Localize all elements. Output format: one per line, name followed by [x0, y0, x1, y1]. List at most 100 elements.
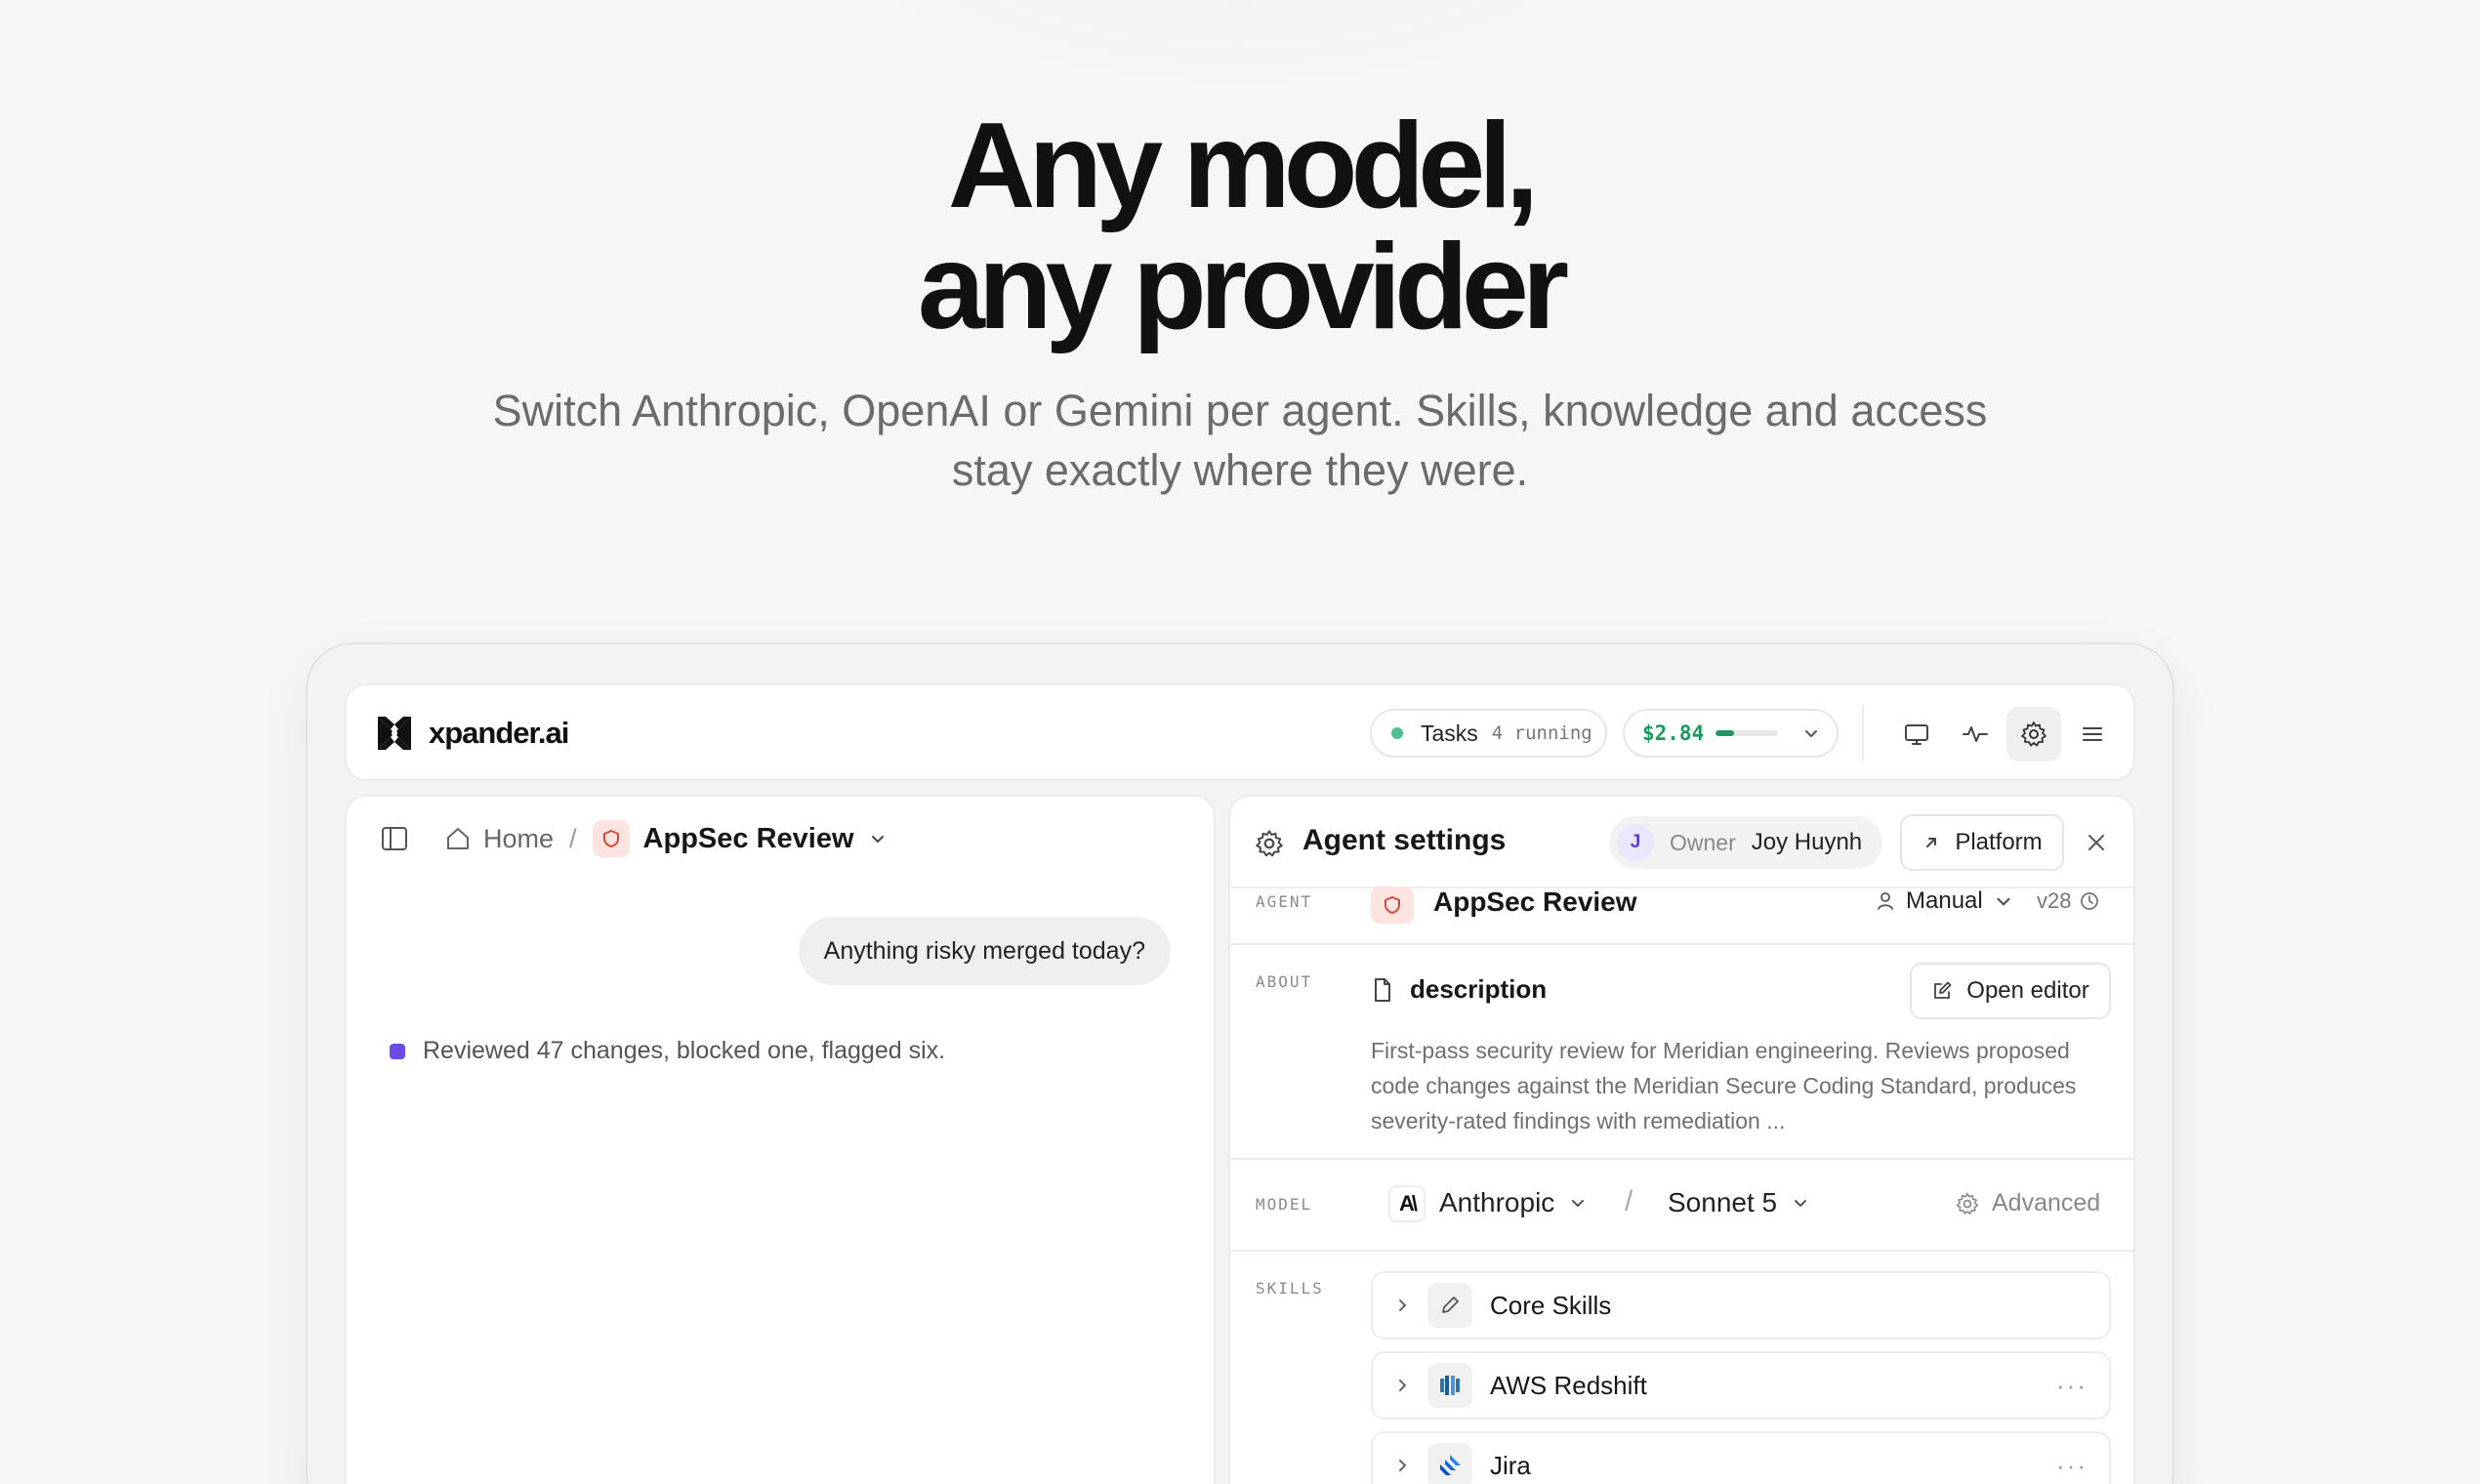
agent-reply: Reviewed 47 changes, blocked one, flagge…	[390, 1037, 945, 1065]
chevron-down-icon	[1805, 730, 1818, 737]
tasks-label: Tasks	[1421, 720, 1478, 746]
breadcrumb: Home / AppSec Review	[380, 814, 888, 863]
open-editor-button[interactable]: Open editor	[1910, 963, 2111, 1019]
cost-pill[interactable]: $2.84	[1623, 709, 1839, 758]
chevron-right-icon[interactable]	[1392, 1296, 1412, 1315]
pencil-icon	[1442, 1297, 1459, 1313]
agent-name: AppSec Review	[1433, 886, 1637, 917]
anthropic-logo-icon: A\	[1388, 1185, 1426, 1222]
chevron-right-icon[interactable]	[1392, 1376, 1412, 1395]
more-options-icon[interactable]: ···	[2056, 1451, 2087, 1481]
chevron-right-icon[interactable]	[1392, 1456, 1412, 1475]
agent-settings-panel: Agent settings J Owner Joy Huynh Platfor…	[1228, 795, 2135, 1484]
owner-name: Joy Huynh	[1751, 829, 1863, 855]
platform-button[interactable]: Platform	[1900, 814, 2064, 871]
arrow-up-right-icon	[1926, 838, 1937, 847]
advanced-label: Advanced	[1992, 1189, 2101, 1216]
top-bar: xpander.ai Tasks 4 running $2.84	[345, 683, 2135, 781]
chevron-down-icon	[1997, 897, 2010, 906]
agent-reply-text: Reviewed 47 changes, blocked one, flagge…	[423, 1037, 946, 1064]
version-label: v28	[2037, 888, 2072, 913]
xpander-logo-icon	[378, 717, 411, 750]
more-options-icon[interactable]: ···	[2056, 1371, 2087, 1401]
tasks-pill[interactable]: Tasks 4 running	[1370, 709, 1607, 758]
agent-section-label: AGENT	[1256, 892, 1313, 911]
skill-name: Core Skills	[1490, 1290, 1612, 1320]
breadcrumb-home[interactable]: Home	[483, 824, 554, 854]
provider-dropdown[interactable]: Anthropic	[1439, 1187, 1588, 1218]
agent-reply-marker	[390, 1043, 405, 1059]
cost-value: $2.84	[1642, 721, 1705, 745]
hero-title-line2: any provider	[917, 220, 1569, 354]
user-message: Anything risky merged today?	[798, 917, 1171, 985]
version-history[interactable]: v28	[2037, 888, 2100, 914]
mode-label: Manual	[1906, 887, 1983, 914]
model-dropdown[interactable]: Sonnet 5	[1668, 1187, 1810, 1218]
provider-label: Anthropic	[1439, 1187, 1555, 1217]
menu-icon	[2083, 727, 2102, 741]
monitor-icon	[1905, 724, 1928, 745]
chat-panel: Home / AppSec Review Anything risky merg…	[345, 795, 1216, 1484]
owner-pill[interactable]: J Owner Joy Huynh	[1609, 816, 1882, 869]
hero-title: Any model, any provider	[0, 105, 2480, 348]
model-section-label: MODEL	[1256, 1195, 1313, 1214]
open-editor-label: Open editor	[1966, 977, 2089, 1004]
skills-section-label: SKILLS	[1256, 1279, 1324, 1298]
chevron-down-icon	[1572, 1200, 1585, 1207]
settings-header: Agent settings J Owner Joy Huynh Platfor…	[1230, 797, 2133, 888]
model-separator: /	[1625, 1185, 1633, 1217]
about-section-label: ABOUT	[1256, 972, 1313, 991]
chevron-down-icon[interactable]	[868, 829, 888, 848]
hero-title-line1: Any model,	[947, 99, 1539, 233]
cost-progress-fill	[1715, 730, 1735, 736]
hero-glow	[752, 0, 1728, 98]
advanced-button[interactable]: Advanced	[1955, 1189, 2100, 1217]
skill-item-core-skills[interactable]: Core Skills	[1371, 1271, 2111, 1340]
skill-name: Jira	[1490, 1450, 1531, 1480]
document-icon	[1375, 978, 1390, 1002]
activity-button[interactable]	[1948, 707, 2003, 762]
settings-button[interactable]	[2006, 707, 2061, 762]
close-icon[interactable]	[2082, 828, 2111, 857]
settings-icon	[2021, 721, 2046, 747]
about-title: description	[1410, 974, 1548, 1004]
breadcrumb-separator: /	[569, 823, 577, 853]
settings-icon	[1256, 830, 1283, 857]
skill-item-aws-redshift[interactable]: AWS Redshift ···	[1371, 1351, 2111, 1420]
edit-icon	[1934, 981, 1952, 999]
section-divider	[1230, 1250, 2133, 1252]
skill-icon-box	[1427, 1443, 1472, 1484]
about-description: First-pass security review for Meridian …	[1371, 1038, 2077, 1134]
skill-name: AWS Redshift	[1490, 1370, 1647, 1400]
mode-dropdown[interactable]: Manual	[1875, 887, 2014, 915]
running-status-dot	[1391, 727, 1403, 739]
shield-icon	[602, 830, 619, 847]
skill-item-jira[interactable]: Jira ···	[1371, 1431, 2111, 1484]
section-divider	[1230, 943, 2133, 945]
chevron-down-icon	[1795, 1200, 1807, 1207]
skill-icon-box	[1427, 1363, 1472, 1408]
activity-icon	[1963, 726, 1988, 742]
redshift-icon	[1440, 1376, 1460, 1395]
sidebar-toggle-icon[interactable]	[380, 824, 409, 853]
avatar: J	[1617, 824, 1654, 861]
clock-icon	[2081, 892, 2099, 910]
agent-badge	[1371, 886, 1414, 924]
section-divider	[1230, 1158, 2133, 1160]
home-icon[interactable]	[444, 825, 472, 852]
tasks-count: 4 running	[1491, 722, 1592, 744]
toolbar-divider	[1862, 705, 1864, 762]
cost-progress-bar	[1715, 730, 1779, 736]
owner-label: Owner	[1670, 829, 1736, 855]
logo-text: xpander.ai	[429, 716, 569, 750]
breadcrumb-agent-name[interactable]: AppSec Review	[643, 823, 854, 855]
logo[interactable]: xpander.ai	[374, 713, 569, 754]
jira-icon	[1440, 1455, 1461, 1475]
monitor-button[interactable]	[1889, 707, 1944, 762]
shield-icon	[1385, 896, 1400, 914]
menu-button[interactable]	[2065, 707, 2120, 762]
skill-icon-box	[1427, 1283, 1472, 1328]
hero-subtitle: Switch Anthropic, OpenAI or Gemini per a…	[492, 386, 1988, 495]
agent-badge	[592, 820, 630, 857]
settings-title: Agent settings	[1302, 824, 1507, 856]
